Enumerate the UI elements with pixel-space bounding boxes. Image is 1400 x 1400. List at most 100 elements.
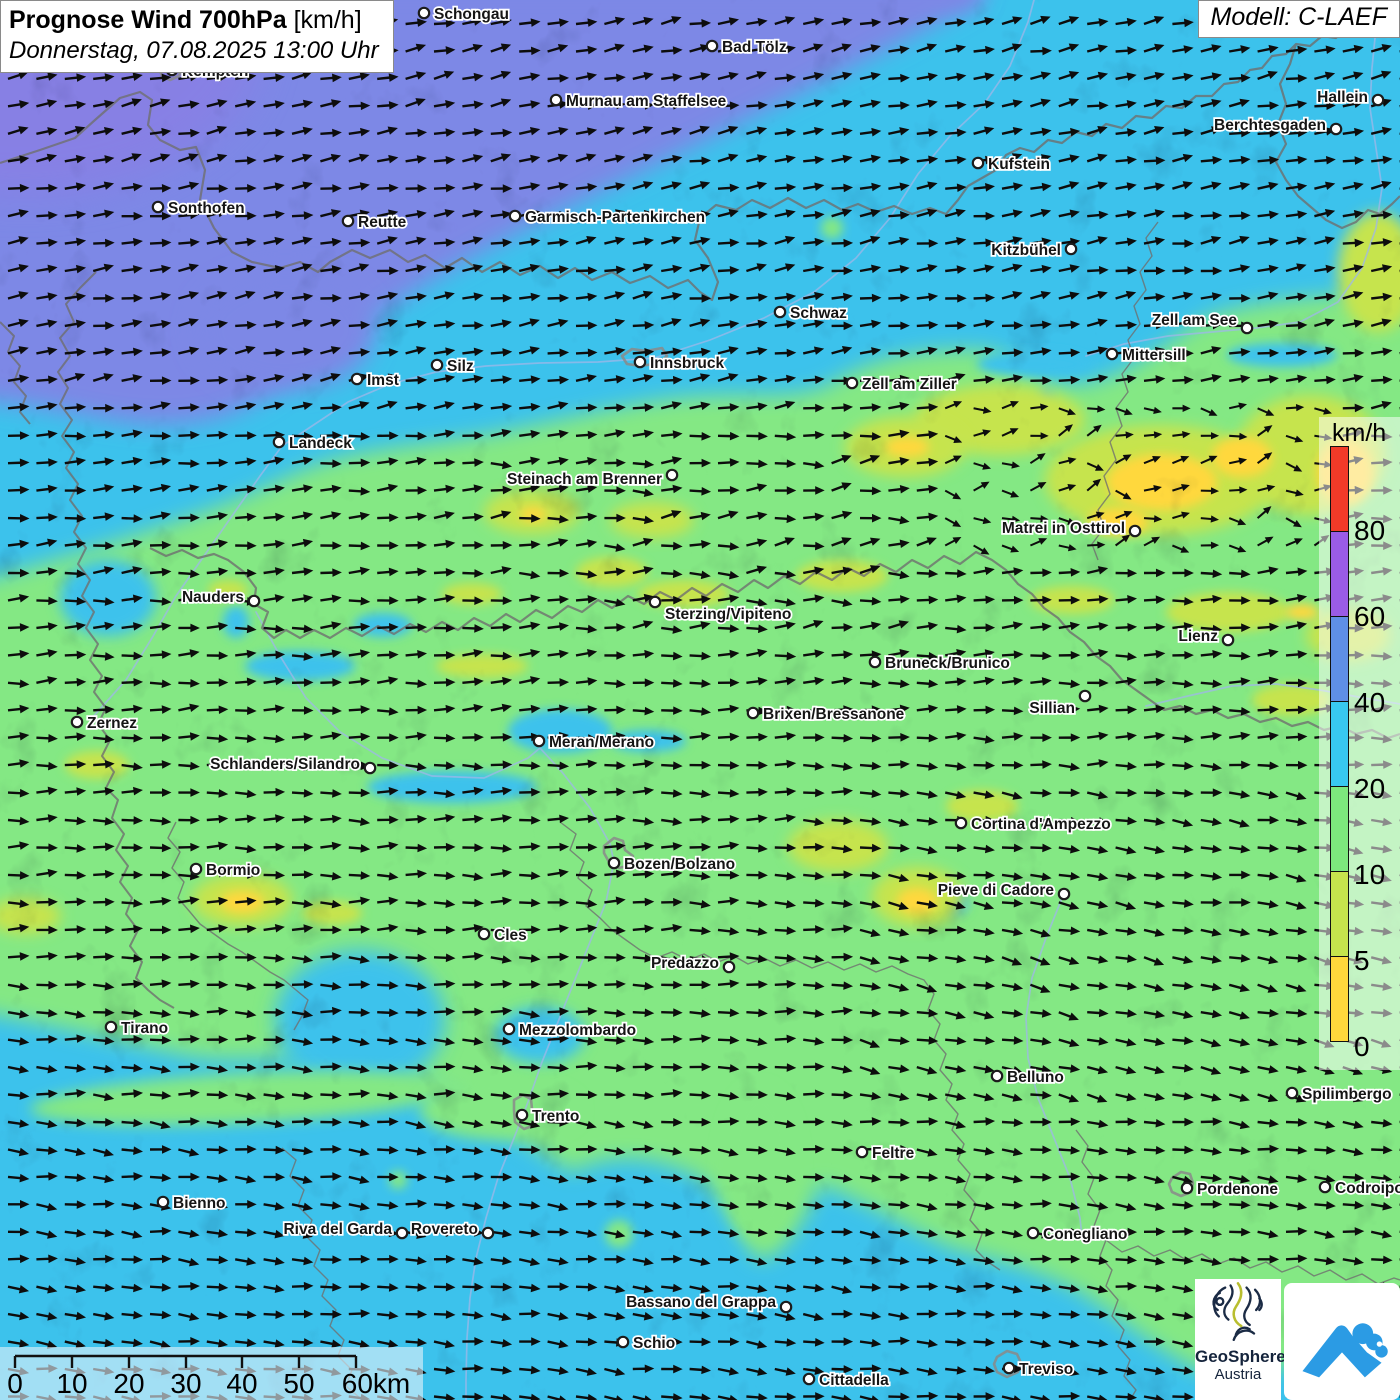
city-label: Treviso <box>1019 1361 1073 1378</box>
legend-segment <box>1330 446 1349 532</box>
city-marker <box>1373 95 1383 105</box>
wind-speed-legend: km/h 806040201050 <box>1319 417 1400 1070</box>
city-label: Landeck <box>289 435 352 452</box>
city-label: Sterzing/Vipiteno <box>665 606 791 623</box>
city-label: Pieve di Cadore <box>938 882 1055 899</box>
city-label: Bormio <box>206 862 260 879</box>
city-label: Rovereto <box>411 1221 478 1238</box>
legend-segment <box>1330 956 1349 1042</box>
wind-forecast-map: SchongauBad TölzKemptenMurnau am Staffel… <box>0 0 1400 1400</box>
city-marker <box>1059 889 1069 899</box>
city-label: Riva del Garda <box>283 1221 392 1238</box>
city-label: Feltre <box>872 1145 915 1162</box>
city-label: Nauders <box>182 589 244 606</box>
city-label: Tirano <box>121 1020 168 1037</box>
city-marker <box>635 357 645 367</box>
title-heading: Prognose Wind 700hPa <box>9 6 287 34</box>
city-label: Spilimbergo <box>1302 1086 1392 1103</box>
scale-label: 0 <box>7 1368 23 1399</box>
city-label: Kitzbühel <box>991 242 1061 259</box>
city-label: Schio <box>633 1335 675 1352</box>
city-marker <box>707 41 717 51</box>
city-marker <box>992 1071 1002 1081</box>
forecast-map-screen: SchongauBad TölzKemptenMurnau am Staffel… <box>0 0 1400 1400</box>
city-marker <box>153 202 163 212</box>
legend-segment <box>1330 531 1349 617</box>
city-marker <box>510 211 520 221</box>
city-label: Bruneck/Brunico <box>885 655 1010 672</box>
city-marker <box>847 378 857 388</box>
city-label: Cittadella <box>819 1372 889 1389</box>
city-label: Matrei in Osttirol <box>1002 520 1125 537</box>
legend-segment <box>1330 786 1349 872</box>
city-marker <box>1130 526 1140 536</box>
geosphere-contour-icon <box>1206 1279 1270 1341</box>
city-label: Silz <box>447 358 474 375</box>
city-label: Berchtesgaden <box>1214 117 1326 134</box>
legend-tick-label: 20 <box>1354 775 1400 803</box>
city-marker <box>72 717 82 727</box>
city-marker <box>419 8 429 18</box>
city-marker <box>191 864 201 874</box>
city-marker <box>551 95 561 105</box>
city-marker <box>956 818 966 828</box>
weather-app-icon <box>1284 1283 1400 1400</box>
city-label: Kufstein <box>988 156 1050 173</box>
city-marker <box>1080 691 1090 701</box>
city-marker <box>343 216 353 226</box>
city-label: Innsbruck <box>650 355 724 372</box>
city-marker <box>504 1024 514 1034</box>
city-label: Bozen/Bolzano <box>624 856 735 873</box>
legend-segment <box>1330 701 1349 787</box>
city-marker <box>667 470 677 480</box>
city-marker <box>534 736 544 746</box>
city-label: Conegliano <box>1043 1226 1127 1243</box>
legend-color-bar <box>1330 447 1349 1042</box>
geosphere-logo: GeoSphere Austria <box>1195 1279 1281 1400</box>
city-marker <box>1107 349 1117 359</box>
city-label: Murnau am Staffelsee <box>566 93 727 110</box>
city-marker <box>397 1228 407 1238</box>
city-marker <box>748 708 758 718</box>
city-marker <box>870 657 880 667</box>
city-marker <box>483 1228 493 1238</box>
city-marker <box>1223 635 1233 645</box>
city-label: Bassano del Grappa <box>626 1294 776 1311</box>
title-unit: [km/h] <box>294 6 362 34</box>
legend-tick-label: 10 <box>1354 861 1400 889</box>
city-marker <box>249 596 259 606</box>
city-label: Zell am Ziller <box>862 376 957 393</box>
city-marker <box>1320 1182 1330 1192</box>
model-badge: Modell: C-LAEF <box>1198 0 1400 38</box>
legend-tick-label: 0 <box>1354 1033 1400 1061</box>
city-label: Bienno <box>173 1195 226 1212</box>
city-marker <box>432 360 442 370</box>
scale-label: 50 <box>283 1368 314 1399</box>
city-label: Schwaz <box>790 305 847 322</box>
city-label: Sonthofen <box>168 200 245 217</box>
city-label: Belluno <box>1007 1069 1064 1086</box>
city-label: Mittersill <box>1122 347 1186 364</box>
city-marker <box>609 858 619 868</box>
scale-ruler: 0102030405060km <box>0 1347 423 1400</box>
legend-segment <box>1330 871 1349 957</box>
city-marker <box>1331 124 1341 134</box>
city-label: Pordenone <box>1197 1181 1278 1198</box>
city-marker <box>365 763 375 773</box>
legend-tick-label: 40 <box>1354 689 1400 717</box>
city-marker <box>158 1197 168 1207</box>
city-marker <box>973 158 983 168</box>
city-marker <box>106 1022 116 1032</box>
scale-label: 60km <box>342 1368 410 1399</box>
city-marker <box>352 374 362 384</box>
city-marker <box>1004 1363 1014 1373</box>
city-marker <box>479 929 489 939</box>
city-label: Steinach am Brenner <box>507 471 662 488</box>
scale-label: 30 <box>170 1368 201 1399</box>
city-label: Garmisch-Partenkirchen <box>525 209 705 226</box>
city-marker <box>857 1147 867 1157</box>
city-label: Predazzo <box>651 955 719 972</box>
city-marker <box>274 437 284 447</box>
city-marker <box>517 1110 527 1120</box>
legend-segment <box>1330 616 1349 702</box>
